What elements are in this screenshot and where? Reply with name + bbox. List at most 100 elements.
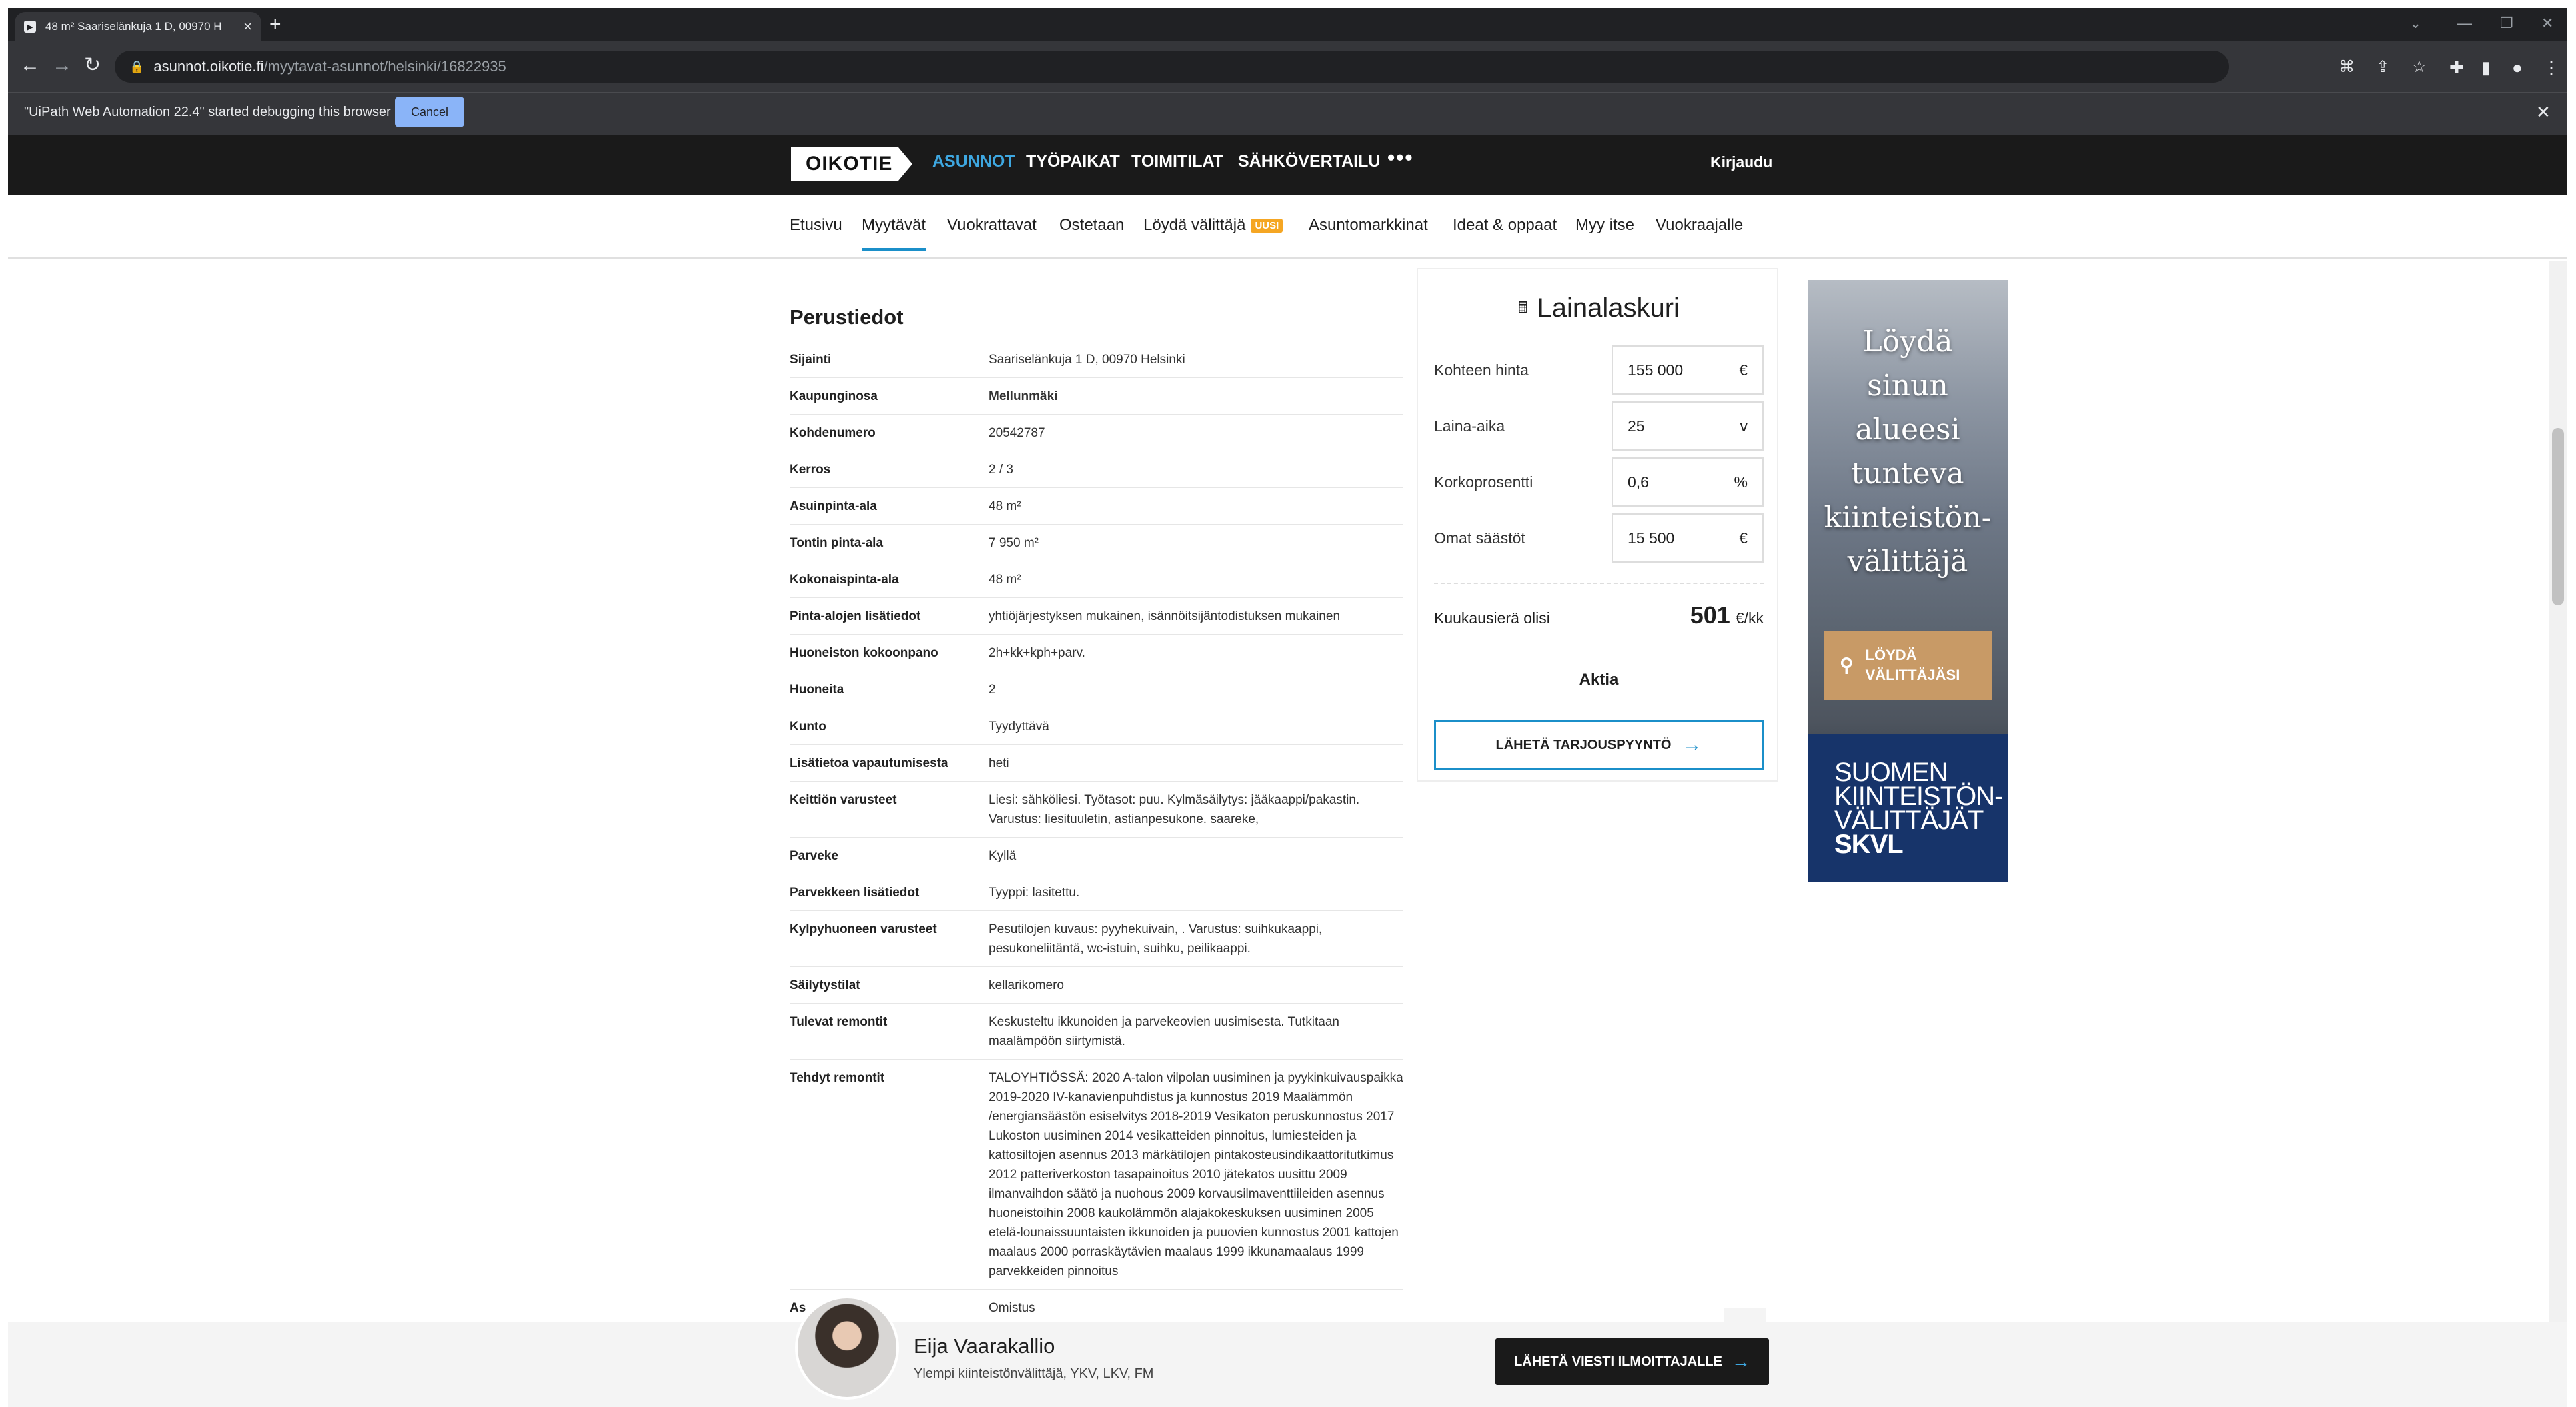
address-bar[interactable]: 🔒 asunnot.oikotie.fi /myytavat-asunnot/h…	[115, 51, 2229, 83]
subnav-myy-itse[interactable]: Myy itse	[1575, 216, 1634, 235]
reload-icon[interactable]: ↻	[84, 52, 101, 79]
send-message-button[interactable]: LÄHETÄ VIESTI ILMOITTAJALLE →	[1495, 1338, 1769, 1385]
info-key: Sijainti	[790, 353, 832, 367]
profile-icon[interactable]: ●	[2512, 57, 2523, 78]
request-offer-button[interactable]: LÄHETÄ TARJOUSPYYNTÖ →	[1434, 720, 1764, 770]
cancel-button[interactable]: Cancel	[395, 97, 464, 127]
info-value: Kyllä	[989, 849, 1017, 863]
info-key: Kunto	[790, 720, 826, 734]
subnav-etusivu[interactable]: Etusivu	[790, 216, 842, 235]
nav-toimitilat[interactable]: TOIMITILAT	[1131, 152, 1223, 171]
close-window-icon[interactable]: ✕	[2541, 15, 2553, 32]
ad-find-agent-button[interactable]: ⚲ LÖYDÄ VÄLITTÄJÄSI	[1824, 631, 1992, 700]
calc-row-term: Laina-aika 25 v	[1434, 401, 1764, 451]
info-value: TALOYHTIÖSSÄ: 2020 A-talon vilpolan uusi…	[989, 1071, 1403, 1278]
browser-tab[interactable]: ▶ 48 m² Saariselänkuja 1 D, 00970 H ×	[15, 12, 261, 41]
agent-avatar	[795, 1296, 899, 1400]
tab-strip: ▶ 48 m² Saariselänkuja 1 D, 00970 H × + …	[8, 8, 2567, 41]
info-key: Pinta-alojen lisätiedot	[790, 609, 921, 623]
subnav-vuokrattavat[interactable]: Vuokrattavat	[947, 216, 1037, 235]
minimize-icon[interactable]: —	[2457, 15, 2472, 32]
price-input[interactable]: 155 000 €	[1612, 345, 1764, 395]
tab-search-icon[interactable]: ⌄	[2409, 15, 2421, 32]
infobar-message: "UiPath Web Automation 22.4" started deb…	[24, 105, 391, 119]
info-row: Kaupunginosa Mellunmäki	[790, 378, 1403, 415]
interest-input[interactable]: 0,6%	[1612, 457, 1764, 507]
savings-value: 15 500	[1628, 529, 1675, 547]
translate-icon[interactable]: ⌘	[2339, 57, 2355, 77]
monthly-value: 501	[1690, 601, 1730, 629]
info-key: Säilytystilat	[790, 978, 860, 992]
send-message-label: LÄHETÄ VIESTI ILMOITTAJALLE	[1514, 1354, 1722, 1369]
new-tab-icon[interactable]: +	[269, 15, 281, 35]
term-input[interactable]: 25 v	[1612, 401, 1764, 451]
side-panel-icon[interactable]: ▮	[2481, 57, 2491, 78]
ad-line: tunteva	[1851, 457, 1964, 491]
info-key: Lisätietoa vapautumisesta	[790, 756, 948, 770]
interest-unit: %	[1734, 473, 1748, 491]
monthly-payment: Kuukausierä olisi 501 €/kk	[1434, 596, 1764, 636]
subnav-ostetaan[interactable]: Ostetaan	[1059, 216, 1124, 235]
oikotie-logo[interactable]: OIKOTIE	[791, 147, 912, 181]
login-link[interactable]: Kirjaudu	[1710, 153, 1772, 171]
ad-line: Löydä	[1862, 325, 1953, 359]
skvl-logo: SUOMEN KIINTEISTÖN- VÄLITTÄJÄT SKVL	[1808, 734, 2008, 882]
arrow-right-icon: →	[1682, 734, 1702, 756]
savings-input[interactable]: 15 500 €	[1612, 513, 1764, 563]
scrollbar-thumb[interactable]	[2552, 428, 2564, 605]
calculator-icon: 🖩	[1518, 298, 1528, 317]
back-icon[interactable]: ←	[20, 52, 40, 79]
bookmark-star-icon[interactable]: ☆	[2412, 57, 2427, 77]
extensions-icon[interactable]: ✚	[2449, 57, 2464, 78]
info-value: Omistus	[989, 1301, 1035, 1315]
debug-infobar: "UiPath Web Automation 22.4" started deb…	[8, 92, 2567, 135]
info-value: 20542787	[989, 426, 1045, 440]
subnav-loyda-valittaja[interactable]: Löydä välittäjä UUSI	[1143, 216, 1283, 235]
scrollbar-track[interactable]	[2549, 261, 2567, 1322]
lock-icon: 🔒	[129, 59, 145, 73]
info-row: Kohdenumero 20542787	[790, 415, 1403, 451]
more-menu-icon[interactable]: •••	[1387, 145, 1414, 170]
info-key: Kohdenumero	[790, 426, 876, 440]
advertisement-banner[interactable]: Löydä sinun alueesi tunteva kiinteistön-…	[1808, 280, 2008, 882]
subnav-asuntomarkkinat[interactable]: Asuntomarkkinat	[1309, 216, 1428, 235]
ad-headline: Löydä sinun alueesi tunteva kiinteistön-…	[1808, 320, 2008, 584]
info-row: Asuinpinta-ala 48 m²	[790, 488, 1403, 525]
nav-asunnot[interactable]: ASUNNOT	[932, 152, 1015, 171]
info-row: Parvekkeen lisätiedot Tyyppi: lasitettu.	[790, 874, 1403, 911]
info-table: Sijainti Saariselänkuja 1 D, 00970 Helsin…	[790, 341, 1403, 1326]
interest-value: 0,6	[1628, 473, 1649, 491]
menu-icon[interactable]: ⋮	[2543, 57, 2560, 78]
info-value: Saariselänkuja 1 D, 00970 Helsinki	[989, 353, 1185, 367]
info-value: 48 m²	[989, 499, 1021, 513]
info-value: Tyydyttävä	[989, 720, 1049, 734]
info-row: Huoneiston kokoonpano 2h+kk+kph+parv.	[790, 635, 1403, 671]
skvl-line-4: SKVL	[1834, 830, 1904, 859]
term-value: 25	[1628, 417, 1645, 435]
nav-tyopaikat[interactable]: TYÖPAIKAT	[1026, 152, 1120, 171]
subnav-loyda-valittaja-label: Löydä välittäjä	[1143, 216, 1246, 234]
price-label: Kohteen hinta	[1434, 361, 1529, 379]
share-icon[interactable]: ⇪	[2376, 57, 2389, 77]
calc-row-interest: Korkoprosentti 0,6%	[1434, 457, 1764, 507]
subnav-vuokraajalle[interactable]: Vuokraajalle	[1656, 216, 1743, 235]
close-tab-icon[interactable]: ×	[243, 18, 252, 35]
forward-icon[interactable]: →	[52, 52, 72, 79]
info-row: Pinta-alojen lisätiedot yhtiöjärjestyksen…	[790, 598, 1403, 635]
info-row: Lisätietoa vapautumisesta heti	[790, 745, 1403, 782]
info-key: Keittiön varusteet	[790, 793, 897, 807]
savings-unit: €	[1739, 529, 1748, 547]
agent-name: Eija Vaarakallio	[914, 1334, 1055, 1358]
info-value: 2h+kk+kph+parv.	[989, 646, 1085, 660]
subnav-ideat-oppaat[interactable]: Ideat & oppaat	[1453, 216, 1557, 235]
close-infobar-icon[interactable]: ✕	[2536, 102, 2551, 123]
district-link[interactable]: Mellunmäki	[989, 387, 1403, 406]
nav-sahkovertailu[interactable]: SÄHKÖVERTAILU	[1238, 152, 1380, 171]
browser-window: ▶ 48 m² Saariselänkuja 1 D, 00970 H × + …	[8, 8, 2567, 1407]
monthly-label: Kuukausierä olisi	[1434, 609, 1550, 627]
info-row: Tehdyt remontit TALOYHTIÖSSÄ: 2020 A-talo…	[790, 1060, 1403, 1290]
subnav-myytavat[interactable]: Myytävät	[862, 216, 926, 251]
basic-info-section: Perustiedot Sijainti Saariselänkuja 1 D, …	[790, 305, 1403, 1326]
info-row: Säilytystilat kellarikomero	[790, 967, 1403, 1004]
restore-icon[interactable]: ❐	[2500, 15, 2513, 32]
